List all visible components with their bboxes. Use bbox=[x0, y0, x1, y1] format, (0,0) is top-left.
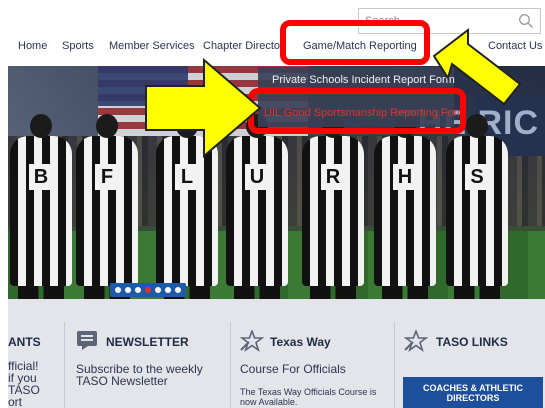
yellow-arrow-icon bbox=[432, 27, 522, 106]
column-title-taso-links: TASO LINKS bbox=[436, 335, 508, 349]
slider-dot[interactable] bbox=[155, 287, 161, 293]
referee-letter: L bbox=[175, 164, 199, 190]
column-title-ants: ANTS bbox=[8, 335, 41, 349]
slider-dot[interactable] bbox=[135, 287, 141, 293]
referee-letter: S bbox=[465, 164, 489, 190]
column-title-newsletter: NEWSLETTER bbox=[106, 335, 189, 349]
texas-way-subtitle[interactable]: Course For Officials bbox=[240, 363, 346, 375]
newsletter-icon bbox=[77, 331, 97, 350]
slider-dot[interactable] bbox=[165, 287, 171, 293]
slider-pagination bbox=[110, 283, 186, 297]
column-divider bbox=[394, 322, 395, 408]
slider-dot[interactable] bbox=[175, 287, 181, 293]
nav-member-services[interactable]: Member Services bbox=[109, 40, 195, 52]
nav-chapter-directory[interactable]: Chapter Directory bbox=[203, 40, 281, 52]
column-divider bbox=[64, 322, 65, 408]
referee-figure: H bbox=[374, 114, 436, 299]
referee-letter: B bbox=[29, 164, 53, 190]
newsletter-text-line[interactable]: TASO Newsletter bbox=[76, 375, 168, 387]
slider-dot[interactable] bbox=[125, 287, 131, 293]
referee-figure: R bbox=[302, 114, 364, 299]
column-text-line: ort bbox=[8, 395, 23, 408]
referee-letter: U bbox=[245, 164, 269, 190]
yellow-arrow-icon bbox=[145, 57, 262, 159]
coaches-athletic-directors-button[interactable]: COACHES & ATHLETIC DIRECTORS bbox=[403, 377, 543, 408]
column-divider bbox=[230, 322, 231, 408]
nav-home[interactable]: Home bbox=[18, 40, 47, 52]
button-label-line: DIRECTORS bbox=[446, 393, 500, 403]
referee-letter: F bbox=[95, 164, 119, 190]
button-label-line: COACHES & ATHLETIC bbox=[423, 383, 523, 393]
referee-figure: S bbox=[446, 114, 508, 299]
referee-letter: H bbox=[393, 164, 417, 190]
highlight-box-game-match-reporting bbox=[280, 20, 430, 65]
texas-way-text-line: The Texas Way Officials Course is bbox=[240, 387, 377, 397]
slider-dot[interactable] bbox=[115, 287, 121, 293]
referee-figure: B bbox=[10, 114, 72, 299]
texas-way-text-line: now Available. bbox=[240, 397, 298, 407]
star-whistle-icon bbox=[240, 330, 264, 352]
column-title-texas-way: Texas Way bbox=[270, 335, 331, 349]
nav-sports[interactable]: Sports bbox=[62, 40, 94, 52]
referee-letter: R bbox=[321, 164, 345, 190]
slider-dot-active[interactable] bbox=[145, 287, 151, 293]
star-whistle-icon bbox=[404, 330, 428, 352]
referee-figure: F bbox=[76, 114, 138, 299]
